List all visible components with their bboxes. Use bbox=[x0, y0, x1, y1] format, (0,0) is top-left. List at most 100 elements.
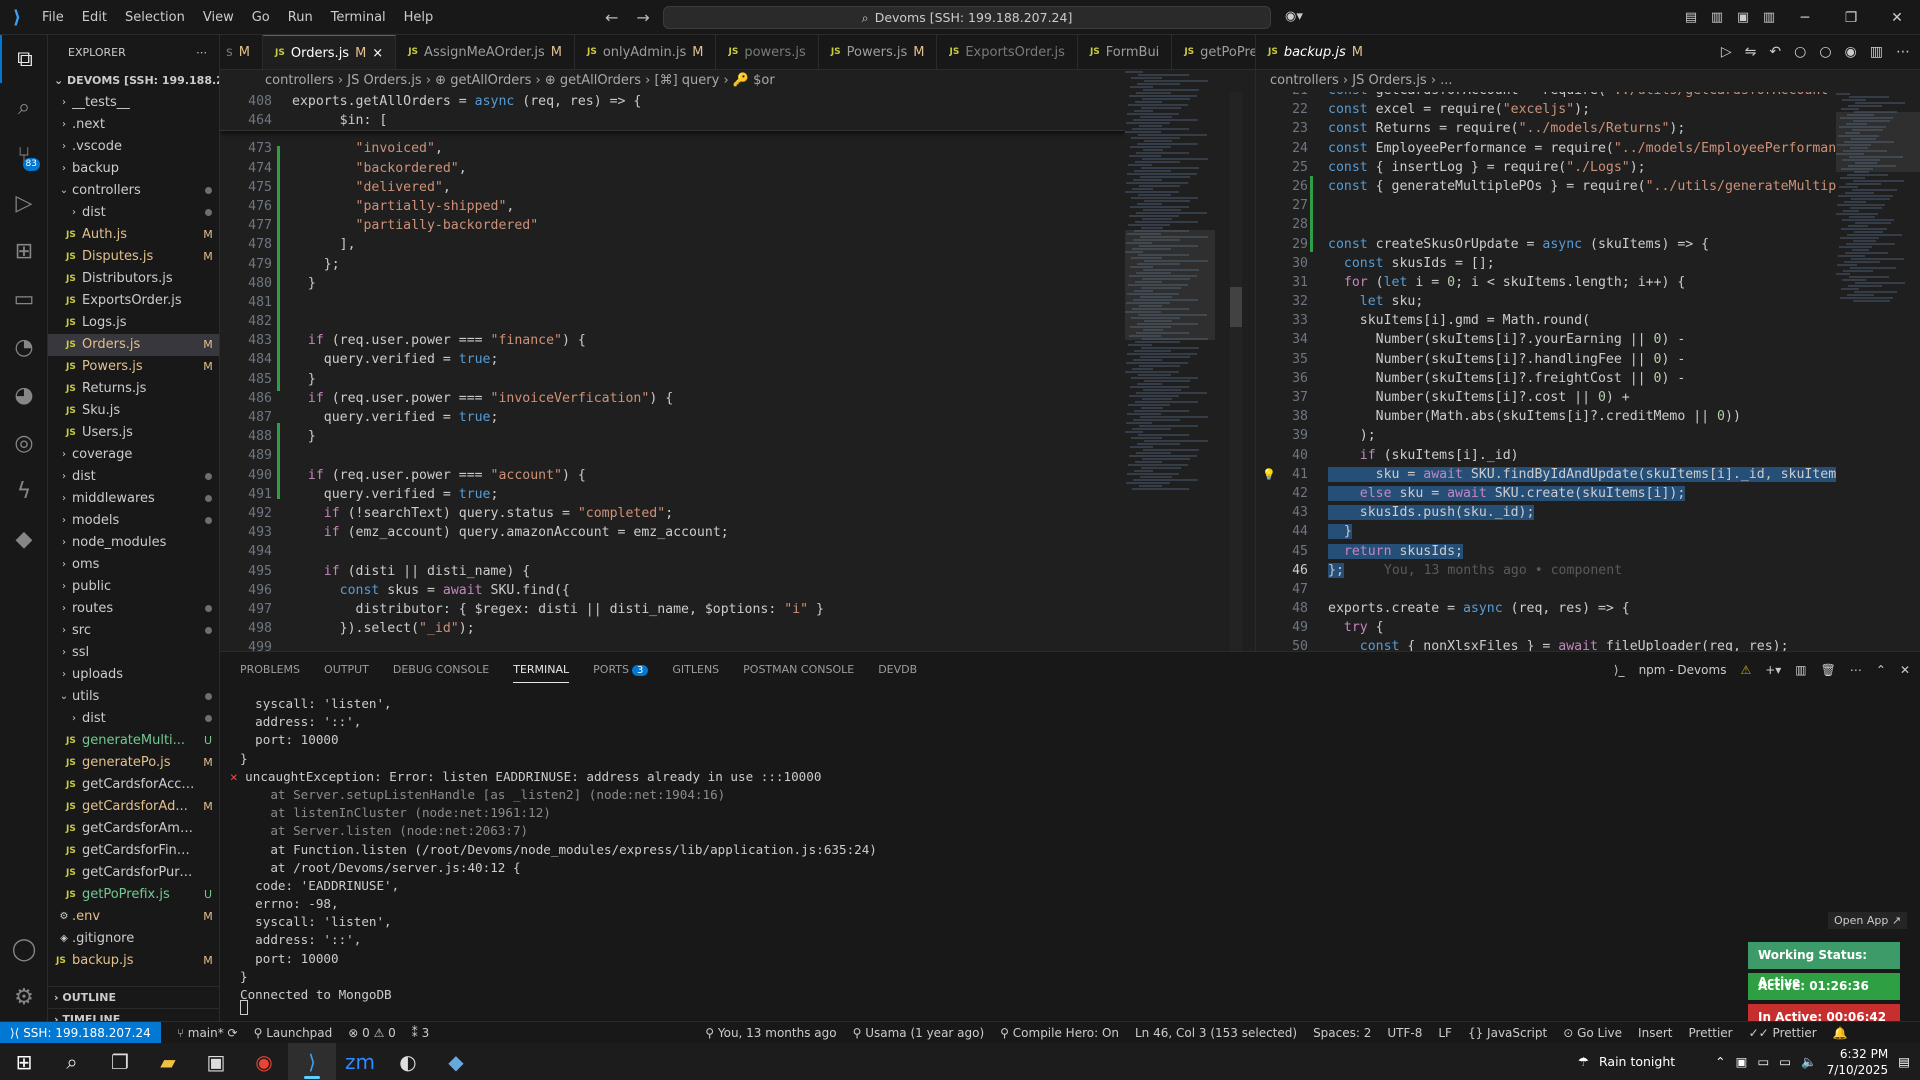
code-editor-right[interactable]: 21const getCardsforAccount = require("..… bbox=[1256, 92, 1836, 651]
kill-terminal-icon[interactable]: 🗑 bbox=[1821, 663, 1836, 677]
new-terminal-icon[interactable]: +▾ bbox=[1765, 663, 1781, 677]
editor-tab[interactable]: JS AssignMeAOrder.js M bbox=[396, 35, 575, 69]
author-indicator[interactable]: ⚲ Usama (1 year ago) bbox=[845, 1026, 993, 1040]
prettier-status[interactable]: Prettier bbox=[1680, 1026, 1740, 1040]
folder-item[interactable]: › dist bbox=[48, 202, 219, 224]
folder-item[interactable]: ⌄ utils bbox=[48, 686, 219, 708]
file-item[interactable]: ⚙ .env M bbox=[48, 906, 219, 928]
editor-tab[interactable]: JS powers.js bbox=[716, 35, 819, 69]
file-explorer-icon[interactable]: ▰ bbox=[144, 1043, 192, 1080]
command-center[interactable]: ⌕ Devoms [SSH: 199.188.207.24] bbox=[663, 6, 1271, 29]
menu-terminal[interactable]: Terminal bbox=[323, 0, 394, 35]
more-icon[interactable]: ⋯ bbox=[1850, 663, 1862, 677]
back-arrow-icon[interactable]: ← bbox=[605, 8, 618, 27]
editor-tab[interactable]: JS onlyAdmin.js M bbox=[575, 35, 717, 69]
weather-icon[interactable]: ☂ bbox=[1578, 1054, 1589, 1069]
python-icon[interactable]: ◆ bbox=[0, 515, 48, 563]
panel-tab-problems[interactable]: PROBLEMS bbox=[240, 663, 300, 676]
source-control-icon[interactable]: ⑂ 83 bbox=[0, 131, 48, 179]
lightning-icon[interactable]: ϟ bbox=[0, 467, 48, 515]
split-editor-icon[interactable]: ▥ bbox=[1870, 44, 1883, 60]
postman-icon[interactable]: ◕ bbox=[0, 371, 48, 419]
app-icon-2[interactable]: ◆ bbox=[432, 1043, 480, 1080]
revert-icon[interactable]: ↶ bbox=[1769, 44, 1781, 60]
open-app-button[interactable]: Open App ↗ bbox=[1828, 912, 1908, 929]
sticky-scroll[interactable]: 408 exports.getAllOrders = async (req, re… bbox=[220, 92, 1125, 132]
folder-item[interactable]: › .vscode bbox=[48, 136, 219, 158]
remote-indicator[interactable]: ⟩⟨ SSH: 199.188.207.24 bbox=[0, 1021, 161, 1044]
run-icon[interactable]: ▷ bbox=[1721, 44, 1732, 60]
file-item[interactable]: JS getCardsforFinance.js bbox=[48, 840, 219, 862]
compile-hero[interactable]: ⚲ Compile Hero: On bbox=[992, 1026, 1127, 1040]
file-item[interactable]: JS generateMulti... U bbox=[48, 730, 219, 752]
language-mode[interactable]: {} JavaScript bbox=[1460, 1026, 1555, 1040]
notification-center-icon[interactable]: ▤ bbox=[1898, 1054, 1910, 1069]
file-item[interactable]: JS getCardsforAccount.js bbox=[48, 774, 219, 796]
file-item[interactable]: JS Distributors.js bbox=[48, 268, 219, 290]
notifications-icon[interactable]: 🔔 bbox=[1825, 1026, 1856, 1040]
file-item[interactable]: JS ExportsOrder.js bbox=[48, 290, 219, 312]
folder-item[interactable]: › oms bbox=[48, 554, 219, 576]
indentation[interactable]: Spaces: 2 bbox=[1305, 1026, 1379, 1040]
gitlens-icon[interactable]: ◔ bbox=[0, 323, 48, 371]
workspace-root[interactable]: ⌄ DEVOMS [SSH: 199.188.20... bbox=[48, 70, 219, 92]
folder-item[interactable]: › backup bbox=[48, 158, 219, 180]
prev-change-icon[interactable]: ○ bbox=[1794, 44, 1806, 60]
folder-item[interactable]: › src bbox=[48, 620, 219, 642]
file-item[interactable]: JS Returns.js bbox=[48, 378, 219, 400]
terminal-output[interactable]: syscall: 'listen', address: '::', port: … bbox=[220, 695, 1920, 1004]
database-icon[interactable]: ◎ bbox=[0, 419, 48, 467]
file-item[interactable]: JS Disputes.js M bbox=[48, 246, 219, 268]
panel-tab-postman-console[interactable]: POSTMAN CONSOLE bbox=[743, 663, 854, 676]
account-icon[interactable]: ◯ bbox=[0, 925, 48, 973]
chrome-icon[interactable]: ◉ bbox=[240, 1043, 288, 1080]
menu-run[interactable]: Run bbox=[280, 0, 321, 35]
file-item[interactable]: JS Powers.js M bbox=[48, 356, 219, 378]
outline-section[interactable]: › OUTLINE bbox=[48, 986, 219, 1008]
go-live-button[interactable]: ⊙ Go Live bbox=[1555, 1026, 1630, 1040]
more-editor-actions-icon[interactable]: ⋯ bbox=[1896, 44, 1910, 60]
file-item[interactable]: JS Orders.js M bbox=[48, 334, 219, 356]
terminal-name[interactable]: npm - Devoms bbox=[1639, 663, 1727, 677]
restore-icon[interactable]: ❐ bbox=[1828, 10, 1874, 26]
windows-start-icon[interactable]: ⊞ bbox=[0, 1043, 48, 1080]
close-tab-icon[interactable]: × bbox=[372, 36, 383, 69]
minimize-icon[interactable]: ─ bbox=[1782, 10, 1828, 26]
tab-backup[interactable]: JS backup.js M bbox=[1256, 35, 1375, 69]
vscode-taskbar-icon[interactable]: ⟩ bbox=[288, 1043, 336, 1080]
toggle-panel-icon[interactable]: ▣ bbox=[1730, 10, 1756, 25]
file-item[interactable]: JS getCardsforPurchasi... bbox=[48, 862, 219, 884]
forward-arrow-icon[interactable]: → bbox=[636, 8, 649, 27]
ports-indicator[interactable]: ⁑ 3 bbox=[404, 1026, 437, 1040]
cursor-position[interactable]: Ln 46, Col 3 (153 selected) bbox=[1127, 1026, 1305, 1040]
file-item[interactable]: JS Sku.js bbox=[48, 400, 219, 422]
minimap-slider[interactable] bbox=[1836, 112, 1920, 172]
more-actions-icon[interactable]: ⋯ bbox=[196, 46, 207, 59]
folder-item[interactable]: › middlewares bbox=[48, 488, 219, 510]
menu-help[interactable]: Help bbox=[396, 0, 442, 35]
file-item[interactable]: JS generatePo.js M bbox=[48, 752, 219, 774]
task-view-icon[interactable]: ❐ bbox=[96, 1043, 144, 1080]
panel-tab-ports[interactable]: PORTS 3 bbox=[593, 663, 649, 676]
file-item[interactable]: JS Users.js bbox=[48, 422, 219, 444]
toggle-secondary-sidebar-icon[interactable]: ▥ bbox=[1756, 10, 1782, 25]
menu-selection[interactable]: Selection bbox=[117, 0, 193, 35]
insert-mode[interactable]: Insert bbox=[1630, 1026, 1680, 1040]
panel-tab-devdb[interactable]: DEVDB bbox=[878, 663, 917, 676]
remote-explorer-icon[interactable]: ▭ bbox=[0, 275, 48, 323]
file-item[interactable]: JS backup.js M bbox=[48, 950, 219, 972]
prettier-status-2[interactable]: ✓✓ Prettier bbox=[1741, 1026, 1825, 1040]
panel-tab-debug-console[interactable]: DEBUG CONSOLE bbox=[393, 663, 489, 676]
explorer-icon[interactable]: ⧉ bbox=[0, 35, 48, 83]
customize-layout-icon[interactable]: ▤ bbox=[1678, 10, 1704, 25]
split-terminal-icon[interactable]: ▥ bbox=[1795, 663, 1806, 677]
folder-item[interactable]: › ssl bbox=[48, 642, 219, 664]
end-of-line[interactable]: LF bbox=[1430, 1026, 1460, 1040]
clock[interactable]: 6:32 PM 7/10/2025 bbox=[1827, 1046, 1889, 1078]
folder-item[interactable]: › dist bbox=[48, 708, 219, 730]
scrollbar-left[interactable] bbox=[1230, 92, 1242, 651]
branch-indicator[interactable]: ⑂ main* ⟳ bbox=[169, 1026, 246, 1040]
folder-item[interactable]: › uploads bbox=[48, 664, 219, 686]
maximize-panel-icon[interactable]: ⌃ bbox=[1876, 663, 1886, 677]
weather-text[interactable]: Rain tonight bbox=[1599, 1054, 1675, 1069]
